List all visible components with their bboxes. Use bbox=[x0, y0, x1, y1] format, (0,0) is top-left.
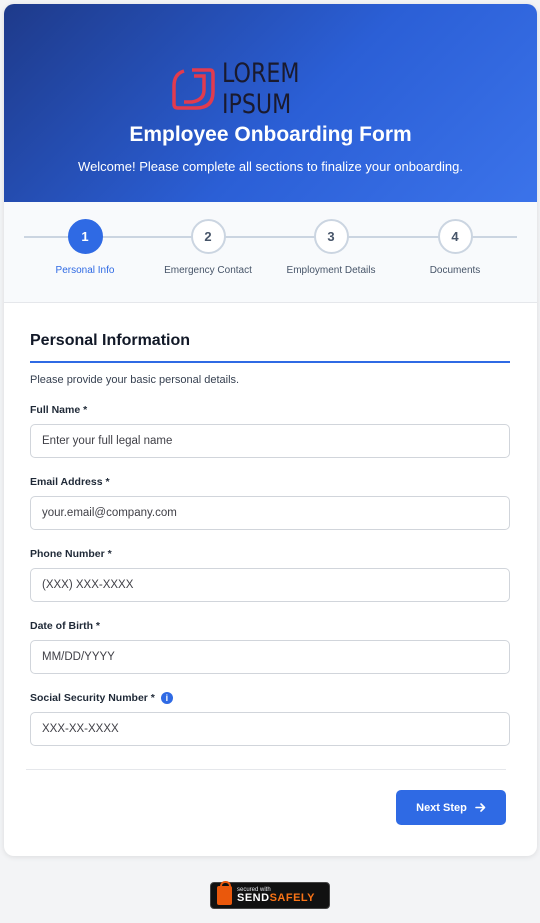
step-number: 4 bbox=[437, 219, 473, 254]
phone-label-text: Phone Number * bbox=[30, 548, 112, 560]
email-label: Email Address * bbox=[30, 476, 510, 488]
email-label-text: Email Address * bbox=[30, 476, 110, 488]
ssn-input[interactable] bbox=[30, 712, 510, 746]
badge-brand: SENDSAFELY bbox=[237, 893, 315, 904]
next-step-label: Next Step bbox=[416, 801, 467, 814]
step-label: Personal Info bbox=[55, 265, 115, 276]
step-label: Documents bbox=[429, 265, 481, 276]
step-documents[interactable]: 4 Documents bbox=[400, 219, 510, 276]
step-number: 1 bbox=[67, 219, 103, 254]
step-label: Emergency Contact bbox=[164, 265, 252, 276]
badge-brand-part1: SEND bbox=[237, 892, 270, 904]
next-step-button[interactable]: Next Step bbox=[396, 790, 506, 825]
step-number: 2 bbox=[190, 219, 226, 254]
step-number: 3 bbox=[313, 219, 349, 254]
dob-label-text: Date of Birth * bbox=[30, 620, 101, 632]
ssn-label-text: Social Security Number * bbox=[30, 692, 155, 704]
dob-field: Date of Birth * bbox=[30, 620, 510, 674]
page-subtitle: Welcome! Please complete all sections to… bbox=[78, 159, 463, 174]
badge-brand-part2: SAFELY bbox=[269, 892, 315, 904]
company-logo: LOREM IPSUM bbox=[4, 58, 537, 120]
badge-text: secured with SENDSAFELY bbox=[237, 887, 315, 904]
phone-label: Phone Number * bbox=[30, 548, 510, 560]
form-divider bbox=[26, 769, 506, 770]
arrow-right-icon bbox=[475, 803, 486, 812]
page-title: Employee Onboarding Form bbox=[129, 123, 412, 146]
progress-stepper: 1 Personal Info 2 Emergency Contact 3 Em… bbox=[4, 202, 537, 303]
info-icon[interactable]: i bbox=[160, 692, 173, 704]
full-name-label-text: Full Name * bbox=[30, 404, 88, 416]
personal-info-section: Personal Information Please provide your… bbox=[30, 304, 510, 746]
step-label: Employment Details bbox=[286, 265, 376, 276]
dob-label: Date of Birth * bbox=[30, 620, 510, 632]
email-input[interactable] bbox=[30, 496, 510, 530]
phone-field: Phone Number * bbox=[30, 548, 510, 602]
sendsafely-badge[interactable]: secured with SENDSAFELY bbox=[210, 881, 330, 909]
full-name-input[interactable] bbox=[30, 424, 510, 458]
step-personal-info[interactable]: 1 Personal Info bbox=[30, 219, 140, 276]
dob-input[interactable] bbox=[30, 640, 510, 674]
full-name-label: Full Name * bbox=[30, 404, 510, 416]
email-field: Email Address * bbox=[30, 476, 510, 530]
section-description: Please provide your basic personal detai… bbox=[30, 374, 240, 386]
onboarding-card: LOREM IPSUM Employee Onboarding Form Wel… bbox=[4, 4, 537, 856]
ssn-label: Social Security Number * i bbox=[30, 692, 510, 704]
ssn-field: Social Security Number * i bbox=[30, 692, 510, 746]
lock-icon bbox=[217, 881, 232, 905]
section-title: Personal Information bbox=[30, 332, 510, 363]
step-emergency-contact[interactable]: 2 Emergency Contact bbox=[153, 219, 263, 276]
full-name-field: Full Name * bbox=[30, 404, 510, 458]
step-employment-details[interactable]: 3 Employment Details bbox=[276, 219, 386, 276]
form-header: LOREM IPSUM Employee Onboarding Form Wel… bbox=[4, 4, 537, 202]
logo-mark-icon bbox=[171, 68, 215, 110]
logo-text: LOREM IPSUM bbox=[221, 58, 299, 120]
phone-input[interactable] bbox=[30, 568, 510, 602]
